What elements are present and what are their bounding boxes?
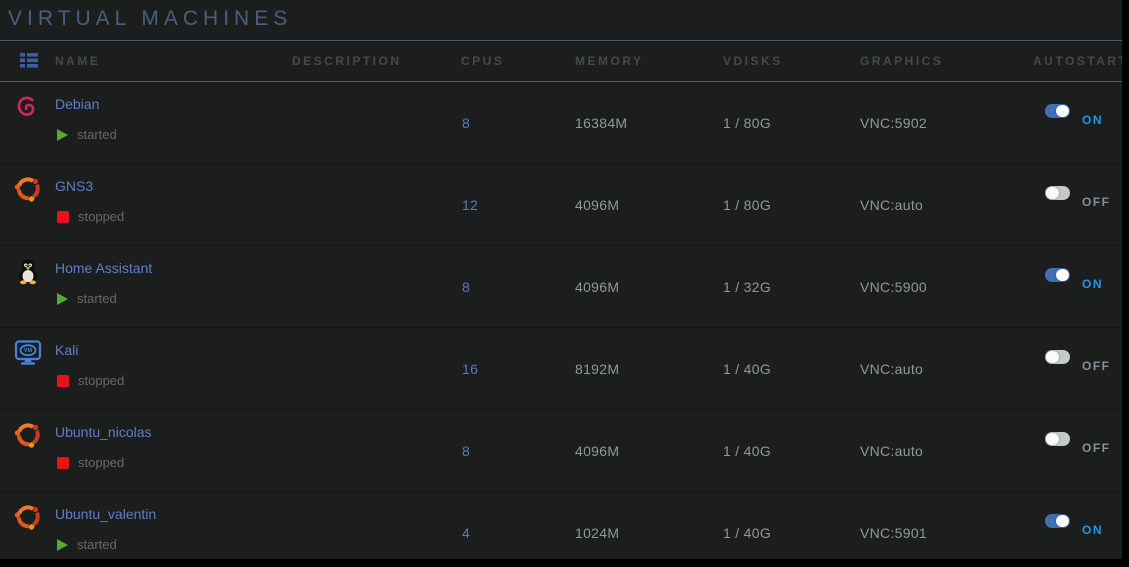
autostart-label: OFF [1082,359,1111,373]
autostart-toggle[interactable] [1045,432,1070,446]
autostart-toggle[interactable] [1045,104,1070,118]
vm-graphics-cell: VNC:auto [860,410,923,491]
table-list-icon [20,53,38,68]
vm-vdisks-cell: 1 / 80G [723,164,771,245]
vm-cpus-link[interactable]: 4 [462,492,470,559]
vm-autostart-cell: ON [1045,514,1103,537]
vm-autostart-cell: OFF [1045,350,1111,373]
stopped-square-icon [57,211,69,223]
vm-table-body: Debian started 8 16384M 1 / 80G VNC:5902… [0,82,1122,559]
vm-memory-cell: 8192M [575,328,619,409]
vm-status: started [57,127,117,142]
vm-status: stopped [57,209,124,224]
vm-autostart-cell: OFF [1045,432,1111,455]
toggle-knob [1056,269,1069,281]
ubuntu-logo-icon [12,501,44,533]
column-header-name: NAME [55,54,100,68]
vm-cpus-link[interactable]: 8 [462,82,470,163]
vm-memory-cell: 16384M [575,82,627,163]
vm-page-panel: VIRTUAL MACHINES NAME DESCRIPTION CPUS M… [0,0,1122,559]
vm-name-link[interactable]: Kali [55,342,78,358]
stopped-square-icon [57,457,69,469]
vm-cpus-link[interactable]: 12 [462,164,478,245]
autostart-label: OFF [1082,441,1111,455]
vm-table-row: Debian started 8 16384M 1 / 80G VNC:5902… [0,82,1122,164]
vm-table-row: GNS3 stopped 12 4096M 1 / 80G VNC:auto O… [0,164,1122,246]
toggle-knob [1046,187,1059,199]
vm-vdisks-cell: 1 / 40G [723,328,771,409]
vm-status: started [57,537,117,552]
vm-vdisks-cell: 1 / 40G [723,410,771,491]
vm-status-label: stopped [78,455,124,470]
started-play-icon [57,293,68,305]
vm-status: stopped [57,373,124,388]
stopped-square-icon [57,375,69,387]
vm-cpus-link[interactable]: 16 [462,328,478,409]
column-header-autostart: AUTOSTART [1033,54,1122,68]
vm-status-label: started [77,127,117,142]
autostart-label: ON [1082,523,1103,537]
vm-table-row: VM Kali stopped 16 8192M 1 / 40G VNC:aut… [0,328,1122,410]
column-header-cpus: CPUS [461,54,504,68]
vm-name-link[interactable]: Ubuntu_nicolas [55,424,152,440]
autostart-toggle[interactable] [1045,268,1070,282]
vm-vdisks-cell: 1 / 32G [723,246,771,327]
vm-autostart-cell: ON [1045,104,1103,127]
vm-table-row: Ubuntu_valentin started 4 1024M 1 / 40G … [0,492,1122,559]
tux-linux-logo-icon [12,255,44,287]
vm-autostart-cell: ON [1045,268,1103,291]
vm-name-link[interactable]: Home Assistant [55,260,152,276]
autostart-toggle[interactable] [1045,186,1070,200]
vm-status-label: started [77,291,117,306]
started-play-icon [57,539,68,551]
column-header-vdisks: VDISKS [723,54,783,68]
toggle-knob [1046,351,1059,363]
vm-memory-cell: 4096M [575,410,619,491]
autostart-label: ON [1082,277,1103,291]
toggle-knob [1046,433,1059,445]
column-header-memory: MEMORY [575,54,644,68]
vm-status-label: stopped [78,373,124,388]
vm-status: stopped [57,455,124,470]
autostart-label: ON [1082,113,1103,127]
vm-graphics-cell: VNC:5901 [860,492,927,559]
table-header-row: NAME DESCRIPTION CPUS MEMORY VDISKS GRAP… [0,41,1122,82]
vm-table-row: Ubuntu_nicolas stopped 8 4096M 1 / 40G V… [0,410,1122,492]
ubuntu-logo-icon [12,419,44,451]
vm-status-label: stopped [78,209,124,224]
toggle-knob [1056,105,1069,117]
vm-vdisks-cell: 1 / 80G [723,82,771,163]
ubuntu-logo-icon [12,173,44,205]
started-play-icon [57,129,68,141]
column-header-description: DESCRIPTION [292,54,402,68]
autostart-toggle[interactable] [1045,350,1070,364]
vm-name-link[interactable]: Ubuntu_valentin [55,506,156,522]
vm-status-label: started [77,537,117,552]
autostart-toggle[interactable] [1045,514,1070,528]
vm-name-link[interactable]: GNS3 [55,178,93,194]
vm-graphics-cell: VNC:5900 [860,246,927,327]
vm-memory-cell: 4096M [575,164,619,245]
vm-graphics-cell: VNC:auto [860,164,923,245]
vm-vdisks-cell: 1 / 40G [723,492,771,559]
debian-logo-icon [12,91,44,123]
vm-monitor-icon: VM [12,337,44,369]
page-title: VIRTUAL MACHINES [8,7,292,31]
vm-memory-cell: 4096M [575,246,619,327]
vm-memory-cell: 1024M [575,492,619,559]
vm-status: started [57,291,117,306]
vm-autostart-cell: OFF [1045,186,1111,209]
svg-text:VM: VM [24,348,33,354]
autostart-label: OFF [1082,195,1111,209]
vm-name-link[interactable]: Debian [55,96,99,112]
toggle-knob [1056,515,1069,527]
vm-graphics-cell: VNC:5902 [860,82,927,163]
vm-graphics-cell: VNC:auto [860,328,923,409]
vm-cpus-link[interactable]: 8 [462,246,470,327]
vm-table-row: Home Assistant started 8 4096M 1 / 32G V… [0,246,1122,328]
page-title-bar: VIRTUAL MACHINES [0,0,1122,41]
column-header-graphics: GRAPHICS [860,54,943,68]
vm-cpus-link[interactable]: 8 [462,410,470,491]
